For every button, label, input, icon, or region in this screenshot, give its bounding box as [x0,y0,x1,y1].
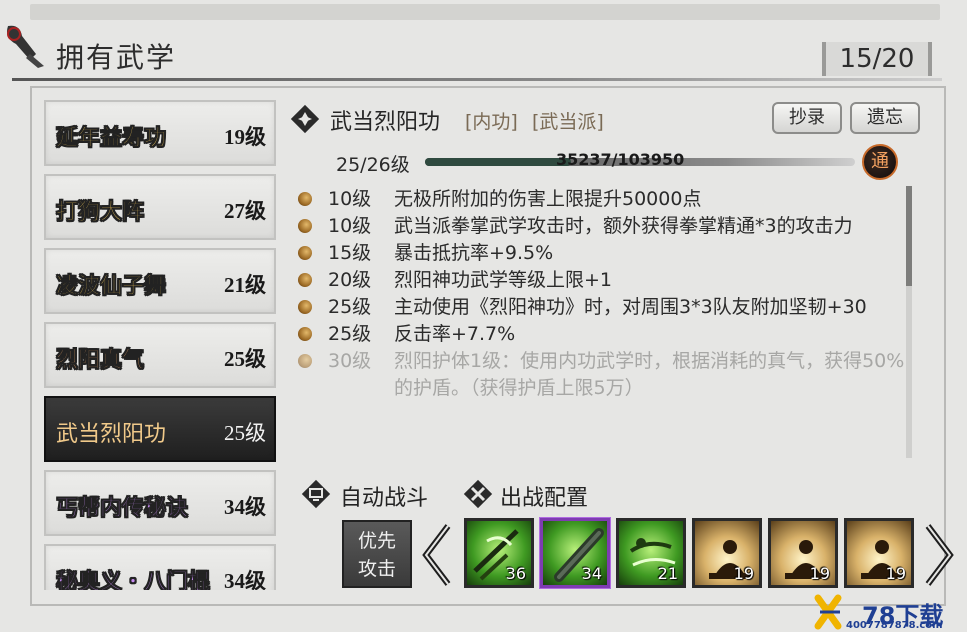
skills-panel: 拥有武学 15/20 延年益寿功 19级 打狗大阵 27级 凌波仙子舞 21级 … [0,0,967,632]
exp-text: 35237/103950 [556,150,685,169]
effect-text: 主动使用《烈阳神功》时，对周围3*3队友附加坚韧+30 [394,296,867,318]
skill-level: 34级 [224,495,266,519]
detail-skill-name: 武当烈阳功 [330,110,441,135]
skill-type-icon [290,104,320,134]
effect-level: 30级 [328,350,372,372]
effect-text: 烈阳护体1级：使用内功武学时，根据消耗的真气，获得50%的护盾。（获得护盾上限5… [394,350,905,399]
mastery-badge[interactable]: 通 [862,144,898,180]
skill-slot[interactable]: 19 [768,518,838,588]
skill-item[interactable]: 烈阳真气 25级 [44,322,276,388]
bullet-icon [298,246,312,260]
effect-row: 30级 烈阳护体1级：使用内功武学时，根据消耗的真气，获得50%的护盾。（获得护盾… [298,348,910,402]
skill-item[interactable]: 凌波仙子舞 21级 [44,248,276,314]
effect-text: 无极所附加的伤害上限提升50000点 [394,188,702,210]
bullet-icon [298,327,312,341]
skill-item[interactable]: 丐帮内传秘诀 34级 [44,470,276,536]
skill-type-tag: [内功] [465,111,518,133]
skill-item[interactable]: 延年益寿功 19级 [44,100,276,166]
skill-slot[interactable]: 21 [616,518,686,588]
effect-level: 25级 [328,323,372,345]
skill-level: 25级 [224,421,266,445]
skill-level: 27级 [224,199,266,223]
skill-level: 19级 [224,125,266,149]
skill-level: 25级 [224,347,266,371]
header-divider [12,78,942,81]
skill-name: 烈阳真气 [56,347,145,373]
auto-battle-label[interactable]: 自动战斗 [340,480,428,512]
skill-count: 15/20 [822,42,932,76]
effect-text: 暴击抵抗率+9.5% [394,242,554,264]
watermark-sub: 4007787878.com [846,620,943,631]
battle-config-icon [463,479,493,509]
slot-level: 34 [581,564,602,583]
skill-name: 武当烈阳功 [56,421,167,446]
priority-line2: 攻击 [357,558,396,580]
skill-slot[interactable]: 19 [692,518,762,588]
bullet-icon [298,300,312,314]
bullet-icon [298,354,312,368]
slot-level: 19 [809,564,830,583]
skill-level: 34级 [224,569,266,590]
bullet-icon [298,219,312,233]
effect-level: 20级 [328,269,372,291]
bullet-icon [298,192,312,206]
arrow-left-icon[interactable] [420,522,454,588]
slot-level: 19 [733,564,754,583]
effect-text: 烈阳神功武学等级上限+1 [394,269,613,291]
skill-item-selected[interactable]: 武当烈阳功 25级 [44,396,276,462]
priority-line1: 优先 [357,530,396,552]
skill-school-tag: [武当派] [532,111,604,133]
battle-config-label[interactable]: 出战配置 [500,480,588,512]
effect-row: 25级 反击率+7.7% [298,321,910,348]
effect-level: 25级 [328,296,372,318]
auto-battle-icon [301,479,331,509]
skill-name: 凌波仙子舞 [56,273,167,299]
skill-slot-selected[interactable]: 34 [540,518,610,588]
effect-level: 10级 [328,215,372,237]
effect-row: 25级 主动使用《烈阳神功》时，对周围3*3队友附加坚韧+30 [298,294,910,321]
effect-text: 武当派拳掌武学攻击时，额外获得拳掌精通*3的攻击力 [394,215,853,237]
skill-slot[interactable]: 19 [844,518,914,588]
skill-item[interactable]: 秘奥义・八门棍 34级 [44,544,276,590]
effect-level: 15级 [328,242,372,264]
skill-item[interactable]: 打狗大阵 27级 [44,174,276,240]
page-title: 拥有武学 [56,41,177,74]
effect-text: 反击率+7.7% [394,323,516,345]
slot-level: 36 [505,564,526,583]
scrollbar-thumb[interactable] [906,186,912,286]
skill-name: 丐帮内传秘诀 [56,495,189,521]
arrow-right-icon[interactable] [922,522,956,588]
forget-button[interactable]: 遗忘 [850,102,920,134]
priority-attack-button[interactable]: 优先 攻击 [342,520,412,588]
effect-row: 20级 烈阳神功武学等级上限+1 [298,267,910,294]
title-hook-icon [7,25,44,68]
skill-slot[interactable]: 36 [464,518,534,588]
copy-button[interactable]: 抄录 [772,102,842,134]
skill-name: 秘奥义・八门棍 [56,569,211,590]
effect-row: 10级 无极所附加的伤害上限提升50000点 [298,186,910,213]
effect-row: 10级 武当派拳掌武学攻击时，额外获得拳掌精通*3的攻击力 [298,213,910,240]
level-progress-label: 25/26级 [336,154,410,176]
slot-level: 21 [657,564,678,583]
effect-row: 15级 暴击抵抗率+9.5% [298,240,910,267]
effect-level: 10级 [328,188,372,210]
slot-level: 19 [885,564,906,583]
effect-list[interactable]: 10级 无极所附加的伤害上限提升50000点 10级 武当派拳掌武学攻击时，额外获得拳… [298,186,910,458]
skill-level: 21级 [224,273,266,297]
effect-scrollbar[interactable] [906,186,912,458]
skill-list[interactable]: 延年益寿功 19级 打狗大阵 27级 凌波仙子舞 21级 烈阳真气 25级 武当… [44,100,278,590]
bullet-icon [298,273,312,287]
exp-bar-fill [425,158,571,166]
skill-name: 延年益寿功 [56,125,167,151]
skill-name: 打狗大阵 [56,199,145,225]
